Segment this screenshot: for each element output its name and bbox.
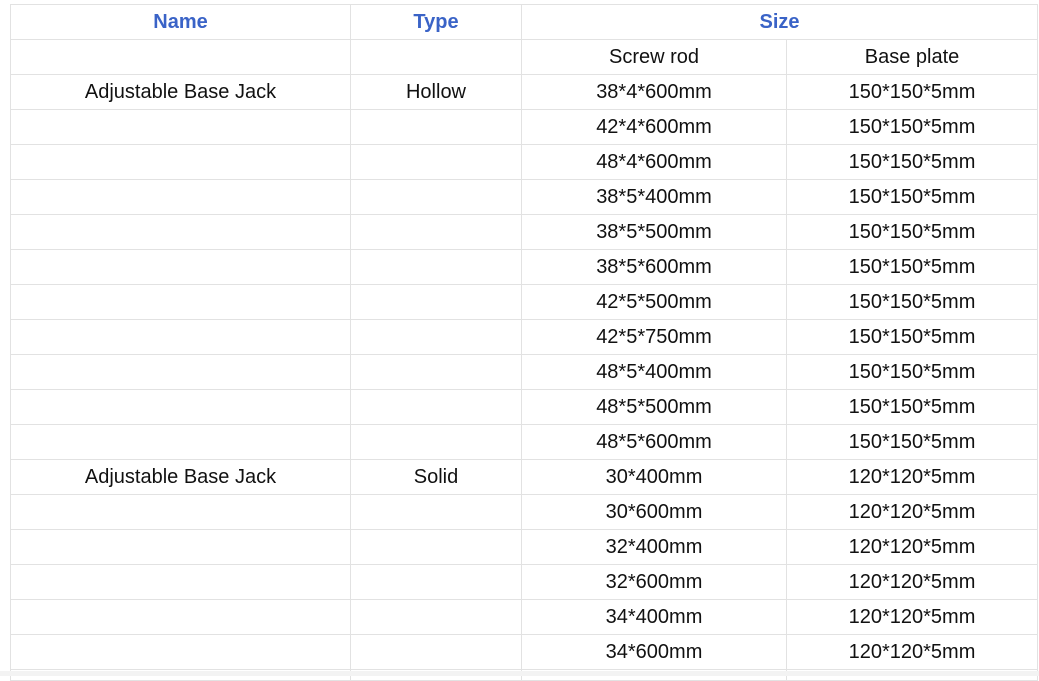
- name-cell: Adjustable Base Jack: [10, 459, 351, 495]
- name-cell: Adjustable Base Jack: [10, 74, 351, 110]
- base-plate-cell: 120*120*5mm: [786, 459, 1038, 495]
- subheader-empty-cell: [10, 39, 351, 75]
- screw-rod-cell: 42*4*600mm: [521, 109, 787, 145]
- base-plate-cell: 150*150*5mm: [786, 179, 1038, 215]
- screw-rod-cell: 48*5*400mm: [521, 354, 787, 390]
- type-cell: [350, 354, 522, 390]
- table-row: 42*5*500mm 150*150*5mm: [10, 284, 1038, 320]
- subheader-empty-cell: [350, 39, 522, 75]
- base-plate-cell: 150*150*5mm: [786, 74, 1038, 110]
- name-column-header: Name: [10, 4, 351, 40]
- table-row: Adjustable Base Jack Solid 30*400mm 120*120…: [10, 459, 1038, 495]
- type-cell: [350, 634, 522, 670]
- type-cell: [350, 109, 522, 145]
- table-row: 30*600mm 120*120*5mm: [10, 494, 1038, 530]
- base-plate-cell: 150*150*5mm: [786, 424, 1038, 460]
- table-row: 32*400mm 120*120*5mm: [10, 529, 1038, 565]
- table-row: 38*5*400mm 150*150*5mm: [10, 179, 1038, 215]
- name-cell: [10, 144, 351, 180]
- type-cell: Solid: [350, 459, 522, 495]
- screw-rod-cell: 38*4*600mm: [521, 74, 787, 110]
- base-plate-cell: 120*120*5mm: [786, 529, 1038, 565]
- table-row: 32*600mm 120*120*5mm: [10, 564, 1038, 600]
- type-cell: [350, 144, 522, 180]
- base-plate-cell: 150*150*5mm: [786, 214, 1038, 250]
- header-row: Name Type Size: [10, 4, 1038, 40]
- type-cell: Hollow: [350, 74, 522, 110]
- type-column-header: Type: [350, 4, 522, 40]
- base-plate-cell: 150*150*5mm: [786, 389, 1038, 425]
- type-cell: [350, 494, 522, 530]
- table-row: 42*5*750mm 150*150*5mm: [10, 319, 1038, 355]
- screw-rod-cell: 34*400mm: [521, 599, 787, 635]
- name-cell: [10, 599, 351, 635]
- table-body: Screw rod Base plate Adjustable Base Jac…: [10, 39, 1038, 681]
- base-plate-cell: 150*150*5mm: [786, 249, 1038, 285]
- name-cell: [10, 109, 351, 145]
- name-cell: [10, 494, 351, 530]
- base-plate-cell: 150*150*5mm: [786, 319, 1038, 355]
- screw-rod-cell: 48*5*600mm: [521, 424, 787, 460]
- base-plate-cell: 150*150*5mm: [786, 354, 1038, 390]
- type-cell: [350, 284, 522, 320]
- type-cell: [350, 424, 522, 460]
- base-plate-cell: 150*150*5mm: [786, 284, 1038, 320]
- screw-rod-cell: 38*5*400mm: [521, 179, 787, 215]
- screw-rod-subheader: Screw rod: [521, 39, 787, 75]
- base-plate-cell: 120*120*5mm: [786, 599, 1038, 635]
- type-cell: [350, 389, 522, 425]
- name-cell: [10, 249, 351, 285]
- table-row: 48*5*500mm 150*150*5mm: [10, 389, 1038, 425]
- table-row: 48*4*600mm 150*150*5mm: [10, 144, 1038, 180]
- type-cell: [350, 564, 522, 600]
- screw-rod-cell: 48*4*600mm: [521, 144, 787, 180]
- base-plate-cell: 150*150*5mm: [786, 144, 1038, 180]
- type-cell: [350, 214, 522, 250]
- base-plate-subheader: Base plate: [786, 39, 1038, 75]
- screw-rod-cell: 30*400mm: [521, 459, 787, 495]
- name-cell: [10, 389, 351, 425]
- screw-rod-cell: 48*5*500mm: [521, 389, 787, 425]
- screw-rod-cell: 38*5*600mm: [521, 249, 787, 285]
- spec-table: Name Type Size Screw rod Base plate Adju…: [10, 4, 1038, 681]
- base-plate-cell: 120*120*5mm: [786, 494, 1038, 530]
- name-cell: [10, 319, 351, 355]
- screw-rod-cell: 42*5*500mm: [521, 284, 787, 320]
- screw-rod-cell: 32*600mm: [521, 564, 787, 600]
- base-plate-cell: 120*120*5mm: [786, 634, 1038, 670]
- type-cell: [350, 529, 522, 565]
- page-bottom-edge: [0, 671, 1039, 676]
- name-cell: [10, 529, 351, 565]
- base-plate-cell: 150*150*5mm: [786, 109, 1038, 145]
- table-row: 48*5*400mm 150*150*5mm: [10, 354, 1038, 390]
- name-cell: [10, 634, 351, 670]
- name-cell: [10, 424, 351, 460]
- type-cell: [350, 319, 522, 355]
- name-cell: [10, 284, 351, 320]
- type-cell: [350, 599, 522, 635]
- table-row: 48*5*600mm 150*150*5mm: [10, 424, 1038, 460]
- name-cell: [10, 179, 351, 215]
- type-cell: [350, 249, 522, 285]
- table-row: 38*5*600mm 150*150*5mm: [10, 249, 1038, 285]
- type-cell: [350, 179, 522, 215]
- table-header: Name Type Size: [10, 4, 1038, 40]
- table-row: 42*4*600mm 150*150*5mm: [10, 109, 1038, 145]
- size-column-header: Size: [521, 4, 1038, 40]
- subheader-row: Screw rod Base plate: [10, 39, 1038, 75]
- screw-rod-cell: 32*400mm: [521, 529, 787, 565]
- screw-rod-cell: 30*600mm: [521, 494, 787, 530]
- name-cell: [10, 564, 351, 600]
- screw-rod-cell: 38*5*500mm: [521, 214, 787, 250]
- screw-rod-cell: 42*5*750mm: [521, 319, 787, 355]
- name-cell: [10, 214, 351, 250]
- name-cell: [10, 354, 351, 390]
- table-row: 34*400mm 120*120*5mm: [10, 599, 1038, 635]
- screw-rod-cell: 34*600mm: [521, 634, 787, 670]
- base-plate-cell: 120*120*5mm: [786, 564, 1038, 600]
- table-row: 38*5*500mm 150*150*5mm: [10, 214, 1038, 250]
- table-row: Adjustable Base Jack Hollow 38*4*600mm 150*…: [10, 74, 1038, 110]
- table-row: 34*600mm 120*120*5mm: [10, 634, 1038, 670]
